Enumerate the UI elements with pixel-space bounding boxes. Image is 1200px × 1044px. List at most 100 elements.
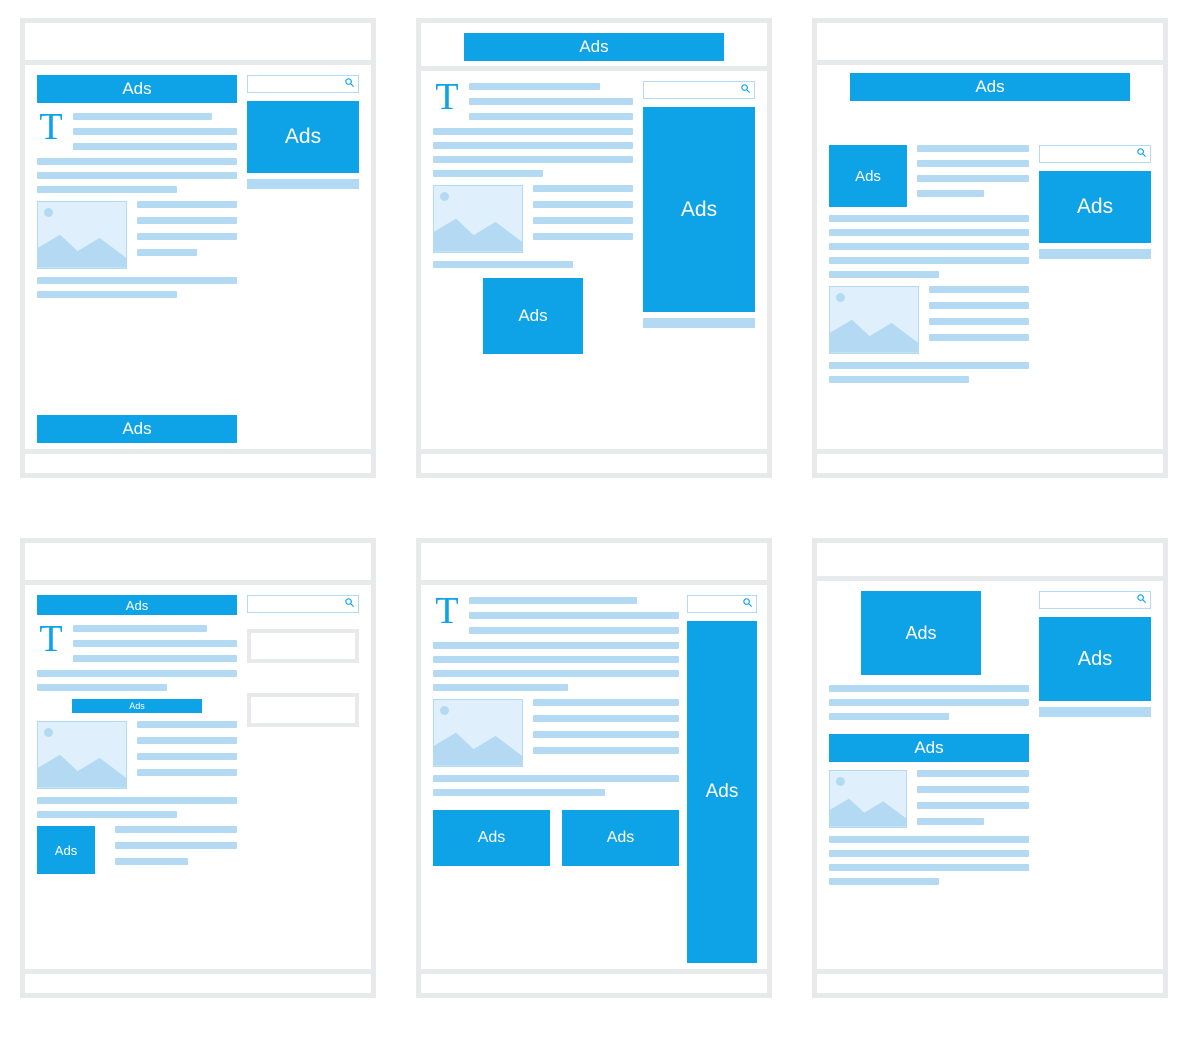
text-lines: [73, 111, 237, 150]
image-thumbnail: [37, 721, 127, 789]
article-intro: T: [37, 623, 237, 662]
main-column: Ads Ads: [829, 591, 1029, 963]
page-body: T Ads Ads: [421, 71, 767, 449]
search-icon: [742, 595, 753, 613]
text-block: [37, 277, 237, 298]
ads-pair-row: Ads Ads: [433, 810, 679, 866]
dropcap-letter: T: [37, 623, 65, 661]
layout-panel-2: Ads T Ads Ads: [416, 18, 772, 478]
article-intro: T: [433, 81, 633, 120]
ads-inline-small[interactable]: Ads: [829, 145, 907, 207]
search-box[interactable]: [1039, 591, 1151, 609]
dropcap-letter: T: [37, 111, 65, 149]
layout-panel-5: T Ads Ads Ads: [416, 538, 772, 998]
ads-sidebar-rect[interactable]: Ads: [247, 101, 359, 173]
sidebar-strip: [643, 318, 755, 328]
search-box[interactable]: [687, 595, 757, 613]
main-column: Ads T Ads Ads: [37, 595, 237, 963]
image-text-row: [37, 721, 237, 789]
ad-text-row: Ads: [829, 591, 1029, 675]
page-header: [25, 543, 371, 585]
image-text-row: [829, 770, 1029, 828]
image-text-row: [433, 185, 633, 253]
ads-center-rect[interactable]: Ads: [861, 591, 981, 675]
sidebar-widget: [247, 693, 359, 727]
sidebar: Ads: [687, 595, 757, 963]
search-icon: [344, 595, 355, 613]
article-intro: T: [37, 111, 237, 150]
image-thumbnail: [829, 286, 919, 354]
sidebar: Ads: [1039, 145, 1151, 443]
image-text-row: [433, 699, 679, 767]
page-footer: [817, 449, 1163, 473]
ads-inline-square[interactable]: Ads: [483, 278, 583, 354]
ads-sidebar-rect[interactable]: Ads: [1039, 171, 1151, 243]
page-body: T Ads Ads Ads: [421, 585, 767, 969]
ads-wide-banner[interactable]: Ads: [850, 73, 1130, 101]
image-thumbnail: [433, 185, 523, 253]
ads-small-square[interactable]: Ads: [37, 826, 95, 874]
ad-text-row: Ads: [37, 826, 237, 874]
image-text-row: [829, 286, 1029, 354]
image-thumbnail: [37, 201, 127, 269]
main-column: T Ads Ads: [433, 595, 679, 963]
ads-sidebar-tall[interactable]: Ads: [643, 107, 755, 312]
text-block: [37, 158, 237, 193]
ads-skyscraper[interactable]: Ads: [687, 621, 757, 963]
ads-header-banner[interactable]: Ads: [464, 33, 724, 61]
dropcap-letter: T: [433, 81, 461, 119]
header-ad-row: Ads: [817, 65, 1163, 101]
image-thumbnail: [829, 770, 907, 828]
article-intro: T: [433, 595, 679, 634]
ads-mid-banner[interactable]: Ads: [829, 734, 1029, 762]
ads-sidebar-rect[interactable]: Ads: [1039, 617, 1151, 701]
search-box[interactable]: [247, 595, 359, 613]
main-column: Ads: [829, 145, 1029, 443]
page-footer: [421, 449, 767, 473]
page-body: Ads T Ads: [25, 65, 371, 449]
page-header: Ads: [421, 23, 767, 71]
page-body: Ads Ads: [817, 101, 1163, 449]
page-footer: [817, 969, 1163, 993]
sidebar-strip: [1039, 249, 1151, 259]
text-lines: [137, 201, 237, 269]
layout-panel-3: Ads Ads Ads: [812, 18, 1168, 478]
search-icon: [1136, 145, 1147, 163]
page-header: [421, 543, 767, 585]
layout-panel-4: Ads T Ads Ads: [20, 538, 376, 998]
search-icon: [1136, 591, 1147, 609]
search-icon: [344, 75, 355, 93]
page-footer: [25, 969, 371, 993]
main-column: Ads T Ads: [37, 75, 237, 443]
page-header: [25, 23, 371, 65]
main-column: T Ads: [433, 81, 633, 443]
image-text-row: [37, 201, 237, 269]
page-header: [817, 543, 1163, 581]
ads-banner-top[interactable]: Ads: [37, 75, 237, 103]
sidebar-widget: [247, 629, 359, 663]
ads-micro-banner[interactable]: Ads: [72, 699, 202, 713]
search-box[interactable]: [643, 81, 755, 99]
dropcap-letter: T: [433, 595, 461, 633]
ads-bottom-left[interactable]: Ads: [433, 810, 550, 866]
page-body: Ads Ads Ads: [817, 581, 1163, 969]
ads-banner-bottom[interactable]: Ads: [37, 415, 237, 443]
sidebar: [247, 595, 359, 963]
layout-panel-6: Ads Ads Ads: [812, 538, 1168, 998]
ads-bottom-right[interactable]: Ads: [562, 810, 679, 866]
search-box[interactable]: [247, 75, 359, 93]
sidebar: Ads: [247, 75, 359, 443]
sidebar-strip: [247, 179, 359, 189]
sidebar: Ads: [643, 81, 755, 443]
page-body: Ads T Ads Ads: [25, 585, 371, 969]
text-block: [433, 128, 633, 177]
sidebar-strip: [1039, 707, 1151, 717]
image-thumbnail: [433, 699, 523, 767]
page-header: [817, 23, 1163, 65]
page-footer: [421, 969, 767, 993]
search-box[interactable]: [1039, 145, 1151, 163]
layout-panel-1: Ads T Ads: [20, 18, 376, 478]
ad-text-row: Ads: [829, 145, 1029, 207]
ads-thin-banner[interactable]: Ads: [37, 595, 237, 615]
search-icon: [740, 81, 751, 99]
